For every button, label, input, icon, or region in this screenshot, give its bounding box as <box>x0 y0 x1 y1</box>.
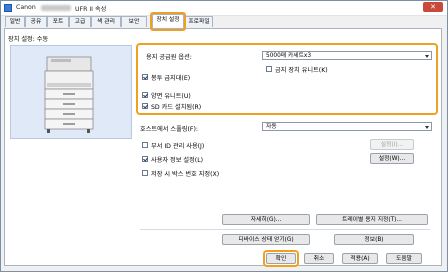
close-button[interactable]: ✕ <box>423 2 443 12</box>
redacted-printer-name <box>41 5 71 11</box>
user-info-label: 사용자 정보 설정(L) <box>151 157 204 164</box>
info-button[interactable]: 정보(B) <box>334 234 414 245</box>
ok-button[interactable]: 확인 <box>266 253 296 264</box>
inner-output-tray-checkbox[interactable] <box>266 66 272 72</box>
tab-profile[interactable]: 프로파일 <box>185 16 213 27</box>
spooling-value: 자동 <box>266 124 277 130</box>
window-title-prefix: Canon <box>16 4 36 11</box>
inner-output-tray-label: 금지 장치 유니트(K) <box>275 67 328 74</box>
title-bar: Canon UFR II 속성 ✕ <box>1 1 447 16</box>
tab-color-management[interactable]: 색 관리 <box>91 16 121 27</box>
details-button[interactable]: 자세히(G)... <box>222 214 310 225</box>
help-button[interactable]: 도움말 <box>386 253 422 264</box>
printer-illustration-icon <box>44 56 94 133</box>
user-info-checkbox[interactable] <box>142 156 148 162</box>
paper-source-value: 5000매 카세트x3 <box>266 53 312 59</box>
tab-advanced[interactable]: 고급 <box>69 16 91 27</box>
finisher-label: 봉투 급지대(E) <box>151 75 191 82</box>
tab-general[interactable]: 일반 <box>5 16 25 27</box>
finisher-checkbox[interactable] <box>142 74 148 80</box>
sd-card-checkbox[interactable] <box>142 103 148 109</box>
dept-id-label: 부서 ID 관리 사용(J) <box>151 143 205 150</box>
tray-settings-button[interactable]: 트레이별 용지 지정(T)... <box>316 214 428 225</box>
dept-id-settings-button[interactable]: 설정(I)... <box>370 139 414 150</box>
chevron-down-icon <box>425 55 429 58</box>
printer-preview <box>10 45 132 139</box>
chevron-down-icon <box>425 126 429 129</box>
user-box-checkbox[interactable] <box>142 170 148 176</box>
user-info-settings-button[interactable]: 설정(W)... <box>370 153 414 164</box>
duplex-unit-checkbox[interactable] <box>142 92 148 98</box>
divider <box>140 229 430 230</box>
user-box-label: 저장 시 박스 번호 지정(X) <box>151 171 220 178</box>
sd-card-label: SD 카드 설치됨(R) <box>151 104 202 111</box>
dept-id-checkbox[interactable] <box>142 142 148 148</box>
get-device-status-button[interactable]: 디바이스 상태 얻기(G) <box>222 234 310 245</box>
spooling-select[interactable]: 자동 <box>262 122 432 131</box>
paper-source-select[interactable]: 5000매 카세트x3 <box>262 51 432 60</box>
tab-ports[interactable]: 포트 <box>47 16 69 27</box>
window-title-suffix: UFR II 속성 <box>75 6 107 13</box>
spooling-label: 호스트에서 스풀링(F): <box>140 126 198 133</box>
device-settings-header: 장치 설정: 수동 <box>8 36 49 43</box>
tab-sharing[interactable]: 공유 <box>25 16 47 27</box>
active-tab-highlight <box>150 12 186 31</box>
duplex-unit-label: 양면 유니트(U) <box>151 93 191 100</box>
cancel-button[interactable]: 취소 <box>304 253 334 264</box>
paper-source-label: 용지 공급원 옵션: <box>146 54 192 61</box>
printer-app-icon <box>4 4 12 12</box>
apply-button[interactable]: 적용(A) <box>342 253 378 264</box>
tab-security[interactable]: 보안 <box>121 16 147 27</box>
